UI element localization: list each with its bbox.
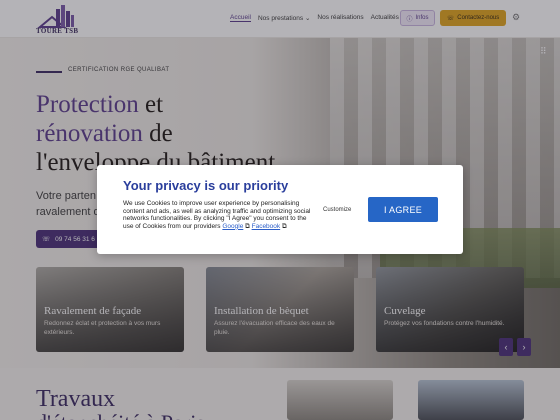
customize-button[interactable]: Customize (323, 207, 351, 213)
cookie-body: We use Cookies to improve user experienc… (123, 200, 313, 230)
agree-button[interactable]: I AGREE (368, 197, 438, 222)
google-link[interactable]: Google (222, 223, 243, 230)
cookie-consent-dialog: Your privacy is our priority We use Cook… (97, 165, 463, 254)
external-link-icon: ⧉ (281, 222, 287, 230)
cookie-title: Your privacy is our priority (123, 178, 289, 193)
external-link-icon: ⧉ (245, 222, 250, 230)
facebook-link[interactable]: Facebook (252, 223, 281, 230)
